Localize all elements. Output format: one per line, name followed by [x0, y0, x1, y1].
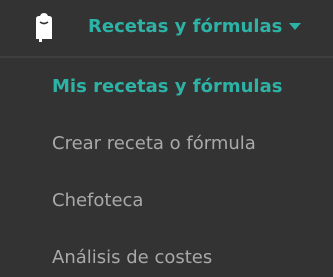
menu-item-crear-receta[interactable]: Crear receta o fórmula [52, 129, 256, 159]
menu-title-recetas-y-formulas[interactable]: Recetas y fórmulas [88, 14, 282, 40]
menu-item-mis-recetas[interactable]: Mis recetas y fórmulas [52, 72, 282, 102]
top-navigation-bar: Recetas y fórmulas [0, 0, 333, 56]
chef-hat-icon[interactable] [33, 12, 55, 42]
menu-item-analisis-costes[interactable]: Análisis de costes [52, 243, 212, 273]
menu-item-chefoteca[interactable]: Chefoteca [52, 186, 143, 216]
dropdown-menu: Mis recetas y fórmulas Crear receta o fó… [0, 58, 333, 277]
chevron-down-icon[interactable] [289, 23, 301, 30]
